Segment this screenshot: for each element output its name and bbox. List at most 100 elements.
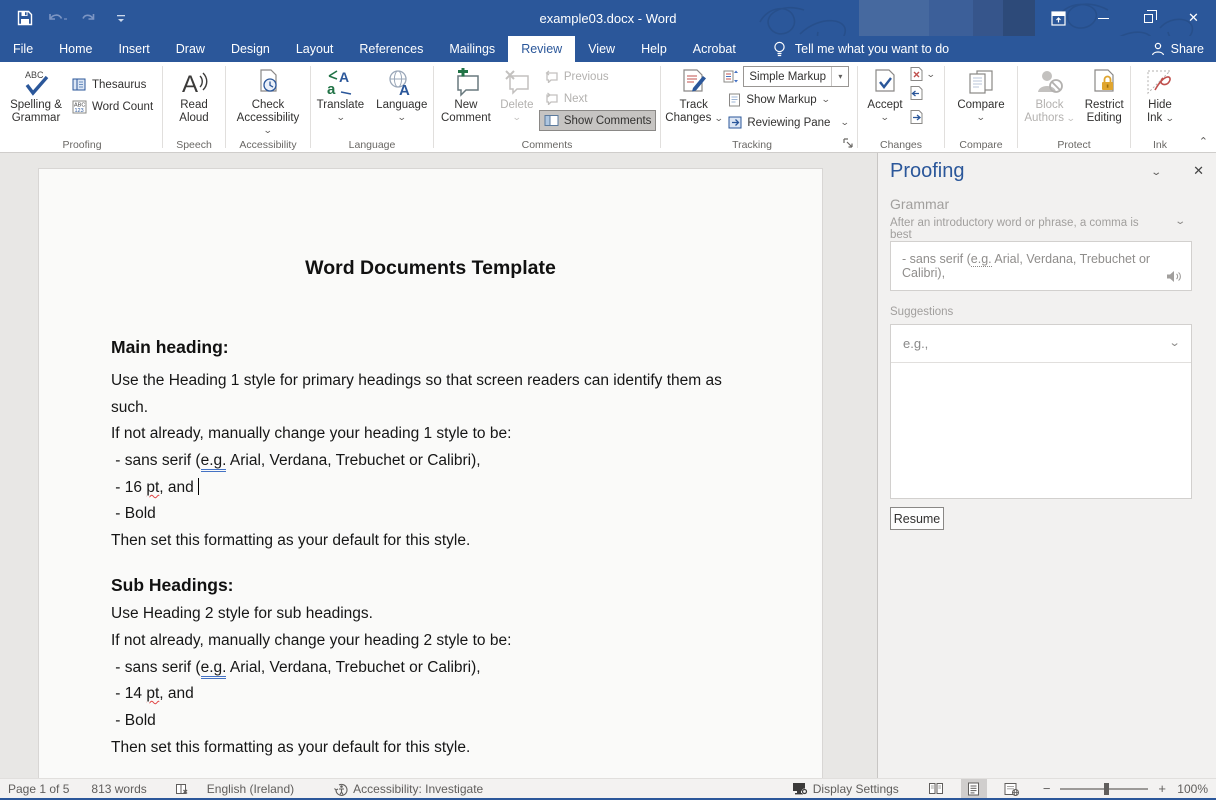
block-authors-button[interactable]: Block Authors ⌄ (1020, 64, 1078, 136)
zoom-in-button[interactable]: + (1156, 781, 1168, 796)
tab-acrobat[interactable]: Acrobat (680, 36, 749, 62)
reject-button[interactable]: ⌄ (909, 66, 935, 82)
check-accessibility-label-2: Accessibility (237, 112, 300, 125)
web-layout-view-button[interactable] (999, 779, 1025, 798)
tab-file[interactable]: File (0, 36, 46, 62)
collapse-ribbon-button[interactable]: ⌃ (1199, 135, 1208, 148)
track-changes-icon (680, 68, 708, 98)
translate-icon: A a (325, 68, 355, 98)
tab-insert[interactable]: Insert (106, 36, 163, 62)
suggestion-item[interactable]: e.g., ⌄ (891, 325, 1191, 363)
previous-comment-button[interactable]: Previous (539, 66, 657, 87)
issue-sentence-box: - sans serif (e.g. Arial, Verdana, Trebu… (890, 241, 1192, 291)
print-layout-view-button[interactable] (961, 779, 987, 798)
customize-quick-access-toolbar-button[interactable] (108, 5, 134, 31)
accept-button[interactable]: Accept ⌄ (861, 64, 909, 136)
reject-icon (909, 66, 924, 82)
restrict-editing-button[interactable]: Restrict Editing (1081, 64, 1128, 136)
previous-change-button[interactable] (909, 85, 935, 106)
thesaurus-label: Thesaurus (92, 79, 146, 91)
zoom-out-button[interactable]: − (1041, 781, 1053, 796)
hide-ink-label-2: Ink (1147, 112, 1162, 124)
spelling-marked-text[interactable]: pt (146, 479, 159, 496)
doc-heading-2: Sub Headings: (111, 575, 234, 596)
word-count-indicator[interactable]: 813 words (91, 782, 146, 796)
document-page[interactable]: Word Documents Template Main heading: Us… (38, 168, 823, 778)
read-aloud-button[interactable]: A Read Aloud (175, 64, 213, 136)
tab-references[interactable]: References (346, 36, 436, 62)
next-comment-label: Next (564, 93, 588, 105)
page-indicator[interactable]: Page 1 of 5 (8, 782, 69, 796)
tell-me-box[interactable]: Tell me what you want to do (773, 36, 949, 62)
svg-text:ABC: ABC (25, 70, 44, 80)
zoom-slider[interactable] (1060, 788, 1148, 790)
tab-home[interactable]: Home (46, 36, 105, 62)
accessibility-status-button[interactable]: Accessibility: Investigate (334, 782, 483, 796)
display-for-review-combobox[interactable]: Simple Markup ▾ (743, 66, 849, 87)
reviewing-pane-button[interactable]: Reviewing Pane ⌄ (723, 112, 854, 133)
compare-button[interactable]: Compare ⌄ (953, 64, 1008, 136)
combobox-dropdown-icon[interactable]: ▾ (831, 67, 848, 86)
restore-button[interactable] (1126, 0, 1171, 36)
language-button[interactable]: A Language ⌄ (372, 64, 431, 136)
thesaurus-button[interactable]: Thesaurus (67, 74, 158, 95)
undo-icon (46, 10, 68, 26)
show-markup-icon (728, 93, 741, 107)
pane-close-button[interactable]: ✕ (1193, 163, 1204, 179)
show-comments-button[interactable]: Show Comments (539, 110, 657, 131)
redo-button[interactable] (76, 5, 102, 31)
doc-title: Word Documents Template (39, 257, 822, 280)
undo-button[interactable] (44, 5, 70, 31)
doc-text: - sans serif ( (111, 659, 201, 676)
tab-draw[interactable]: Draw (163, 36, 218, 62)
read-mode-view-button[interactable] (923, 779, 949, 798)
word-count-button[interactable]: ABC 123 Word Count (67, 96, 158, 117)
share-button[interactable]: Share (1151, 36, 1204, 62)
translate-button[interactable]: A a Translate ⌄ (313, 64, 369, 136)
spelling-grammar-button[interactable]: ABC Spelling & Grammar (5, 64, 67, 136)
close-button[interactable]: ✕ (1171, 0, 1216, 36)
hide-ink-button[interactable]: Hide Ink ⌄ (1141, 64, 1179, 136)
tracking-dialog-launcher[interactable] (842, 137, 854, 149)
close-icon: ✕ (1188, 10, 1199, 26)
issue-expand-chevron[interactable]: ⌄ (1174, 216, 1186, 227)
svg-text:A: A (399, 82, 410, 98)
read-sentence-speaker-icon[interactable] (1165, 269, 1183, 284)
group-label-speech: Speech (163, 139, 225, 151)
next-change-button[interactable] (909, 109, 935, 130)
delete-comment-button[interactable]: Delete ⌄ (495, 64, 539, 136)
zoom-slider-thumb[interactable] (1104, 783, 1109, 795)
tab-help[interactable]: Help (628, 36, 680, 62)
tab-view[interactable]: View (575, 36, 628, 62)
tab-layout[interactable]: Layout (283, 36, 347, 62)
grammar-marked-text[interactable]: e.g. (201, 659, 227, 679)
tab-mailings[interactable]: Mailings (436, 36, 508, 62)
suggestion-dropdown-icon[interactable]: ⌄ (1168, 339, 1180, 348)
doc-text: - sans serif ( (111, 452, 201, 469)
check-accessibility-button[interactable]: Check Accessibility ⌄ (233, 64, 304, 136)
proofing-status-button[interactable] (175, 782, 189, 796)
track-changes-button[interactable]: Track Changes ⌄ (664, 64, 723, 136)
chevron-down-icon: ⌄ (512, 113, 522, 122)
save-button[interactable] (12, 5, 38, 31)
read-aloud-label-2: Aloud (179, 112, 208, 125)
show-markup-button[interactable]: Show Markup ⌄ (723, 89, 854, 110)
grammar-marked-text[interactable]: e.g. (201, 452, 227, 472)
group-compare: Compare ⌄ Compare (945, 62, 1017, 152)
tab-review[interactable]: Review (508, 36, 575, 62)
display-settings-button[interactable]: Display Settings (792, 782, 899, 796)
pane-options-chevron[interactable]: ⌄ (1150, 167, 1162, 178)
minimize-button[interactable] (1081, 0, 1126, 36)
new-comment-button[interactable]: New Comment (437, 64, 495, 136)
compare-label: Compare (957, 99, 1004, 112)
window-controls: ✕ (1036, 0, 1216, 36)
resume-button[interactable]: Resume (890, 507, 944, 530)
next-comment-button[interactable]: Next (539, 88, 657, 109)
show-comments-icon (544, 114, 559, 127)
ribbon-display-options-button[interactable] (1036, 0, 1081, 36)
spelling-marked-text[interactable]: pt (146, 685, 159, 702)
zoom-percentage[interactable]: 100% (1168, 782, 1208, 796)
language-indicator[interactable]: English (Ireland) (207, 782, 294, 796)
tab-design[interactable]: Design (218, 36, 283, 62)
group-accessibility: Check Accessibility ⌄ Accessibility (226, 62, 310, 152)
